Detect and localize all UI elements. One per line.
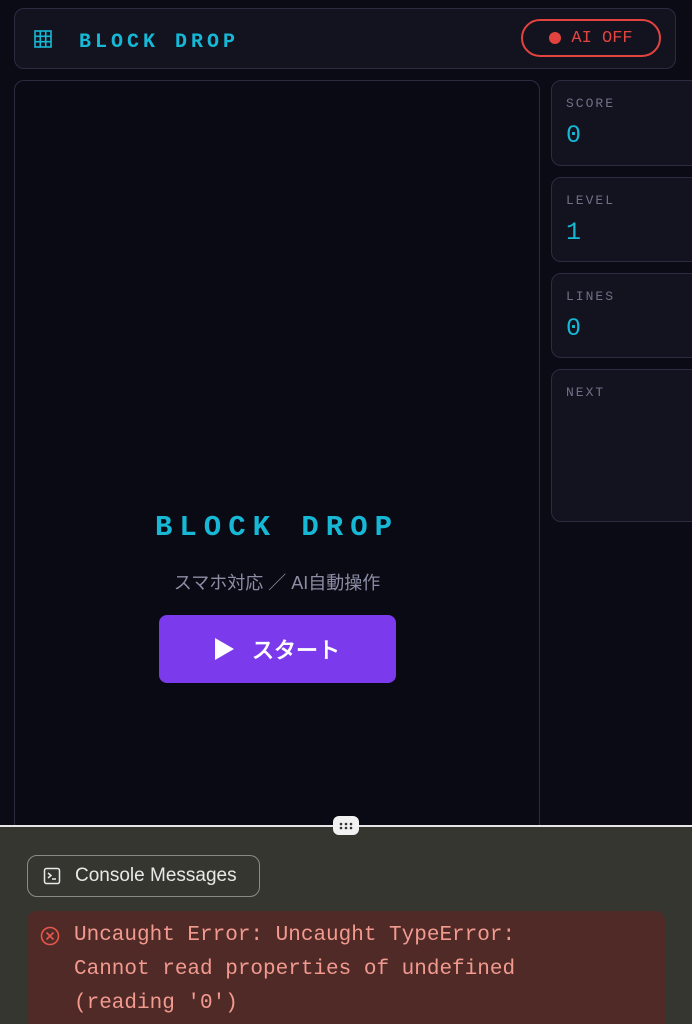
error-message: Uncaught Error: Uncaught TypeError: Cann… <box>27 911 665 1024</box>
start-button[interactable]: スタート <box>159 615 396 683</box>
app-title: BLOCK DROP <box>79 31 240 54</box>
grid-icon <box>34 30 52 48</box>
console-tab-label: Console Messages <box>75 865 237 886</box>
app-header: BLOCK DROP AI OFF <box>14 8 676 69</box>
devtools-panel: Console Messages Uncaught Error: Uncaugh… <box>0 816 692 1024</box>
start-button-label: スタート <box>251 638 340 663</box>
level-panel: LEVEL 1 <box>551 177 692 262</box>
terminal-icon <box>43 867 61 885</box>
play-icon <box>214 638 234 660</box>
next-label: NEXT <box>566 385 606 400</box>
next-piece-panel: NEXT <box>551 369 692 522</box>
ai-toggle-label: AI OFF <box>571 28 633 48</box>
lines-panel: LINES 0 <box>551 273 692 358</box>
overlay-subtitle: スマホ対応 ／ AI自動操作 <box>173 573 381 593</box>
ai-toggle-button[interactable]: AI OFF <box>521 19 661 57</box>
score-label: SCORE <box>566 96 616 111</box>
status-dot-icon <box>549 32 562 44</box>
level-value: 1 <box>566 218 582 247</box>
score-panel: SCORE 0 <box>551 80 692 166</box>
console-messages-tab[interactable]: Console Messages <box>27 855 260 897</box>
score-value: 0 <box>566 121 582 150</box>
overlay-title: BLOCK DROP <box>154 511 400 544</box>
game-board[interactable]: BLOCK DROP スマホ対応 ／ AI自動操作 スタート <box>14 80 540 850</box>
error-icon <box>40 926 60 946</box>
error-text: Uncaught Error: Uncaught TypeError: Cann… <box>74 924 516 1015</box>
drag-handle-icon[interactable] <box>333 816 359 835</box>
lines-label: LINES <box>566 289 616 304</box>
level-label: LEVEL <box>566 193 616 208</box>
lines-value: 0 <box>566 314 582 343</box>
